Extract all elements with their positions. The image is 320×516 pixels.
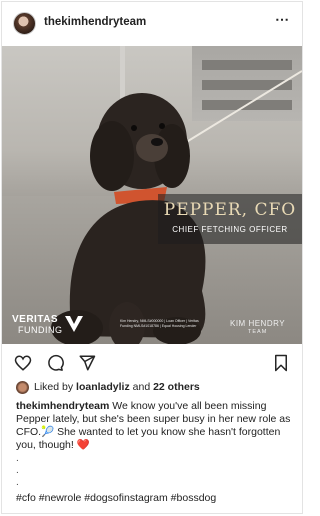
liker-username-link[interactable]: loanladyliz	[76, 381, 130, 393]
more-options-icon[interactable]: ⋯	[275, 11, 290, 28]
veritas-logo-text: VERITAS	[12, 314, 59, 325]
post-image[interactable]: PEPPER, CFO CHIEF FETCHING OFFICER VERIT…	[2, 46, 302, 344]
team-logo-text: TEAM	[248, 329, 268, 335]
caption: thekimhendryteam We know you've all been…	[16, 400, 292, 452]
heart-icon[interactable]	[14, 354, 32, 372]
likes-middle: and	[129, 381, 154, 393]
dog-name-text: PEPPER, CFO	[163, 200, 297, 220]
funding-logo-text: FUNDING	[18, 325, 63, 335]
username-link[interactable]: thekimhendryteam	[44, 16, 146, 28]
hashtags[interactable]: #cfo #newrole #dogsofinstagram #bossdog	[16, 492, 216, 504]
red-heart-emoji: ❤️	[76, 439, 90, 451]
post-header: thekimhendryteam ⋯	[2, 2, 302, 42]
bookmark-icon[interactable]	[272, 354, 290, 372]
caption-username-link[interactable]: thekimhendryteam	[16, 400, 109, 412]
instagram-post: thekimhendryteam ⋯ PEPPER, CFO CHIEF FET…	[1, 1, 303, 514]
liker-avatar[interactable]	[16, 381, 29, 394]
caption-text-2: She wanted to let you know she hasn't fo…	[16, 426, 281, 451]
action-bar	[2, 348, 302, 378]
fine-print-text: Kim Hendry, NMLS#000000 | Loan Officer |…	[120, 319, 199, 328]
kim-hendry-logo-text: KIM HENDRY	[230, 319, 286, 328]
dog-title-text: CHIEF FETCHING OFFICER	[172, 225, 288, 234]
title-banner: PEPPER, CFO CHIEF FETCHING OFFICER	[158, 194, 302, 244]
comment-icon[interactable]	[46, 354, 64, 372]
veritas-v-logo-icon	[65, 316, 83, 332]
caption-dots: . . .	[16, 453, 19, 488]
profile-avatar[interactable]	[13, 12, 36, 35]
likes-text: Liked by loanladyliz and 22 others	[34, 381, 200, 393]
share-icon[interactable]	[78, 354, 96, 372]
likes-prefix: Liked by	[34, 381, 77, 393]
tennis-ball-emoji: 🎾	[41, 426, 55, 438]
likes-count-link[interactable]: 22 others	[153, 381, 200, 393]
